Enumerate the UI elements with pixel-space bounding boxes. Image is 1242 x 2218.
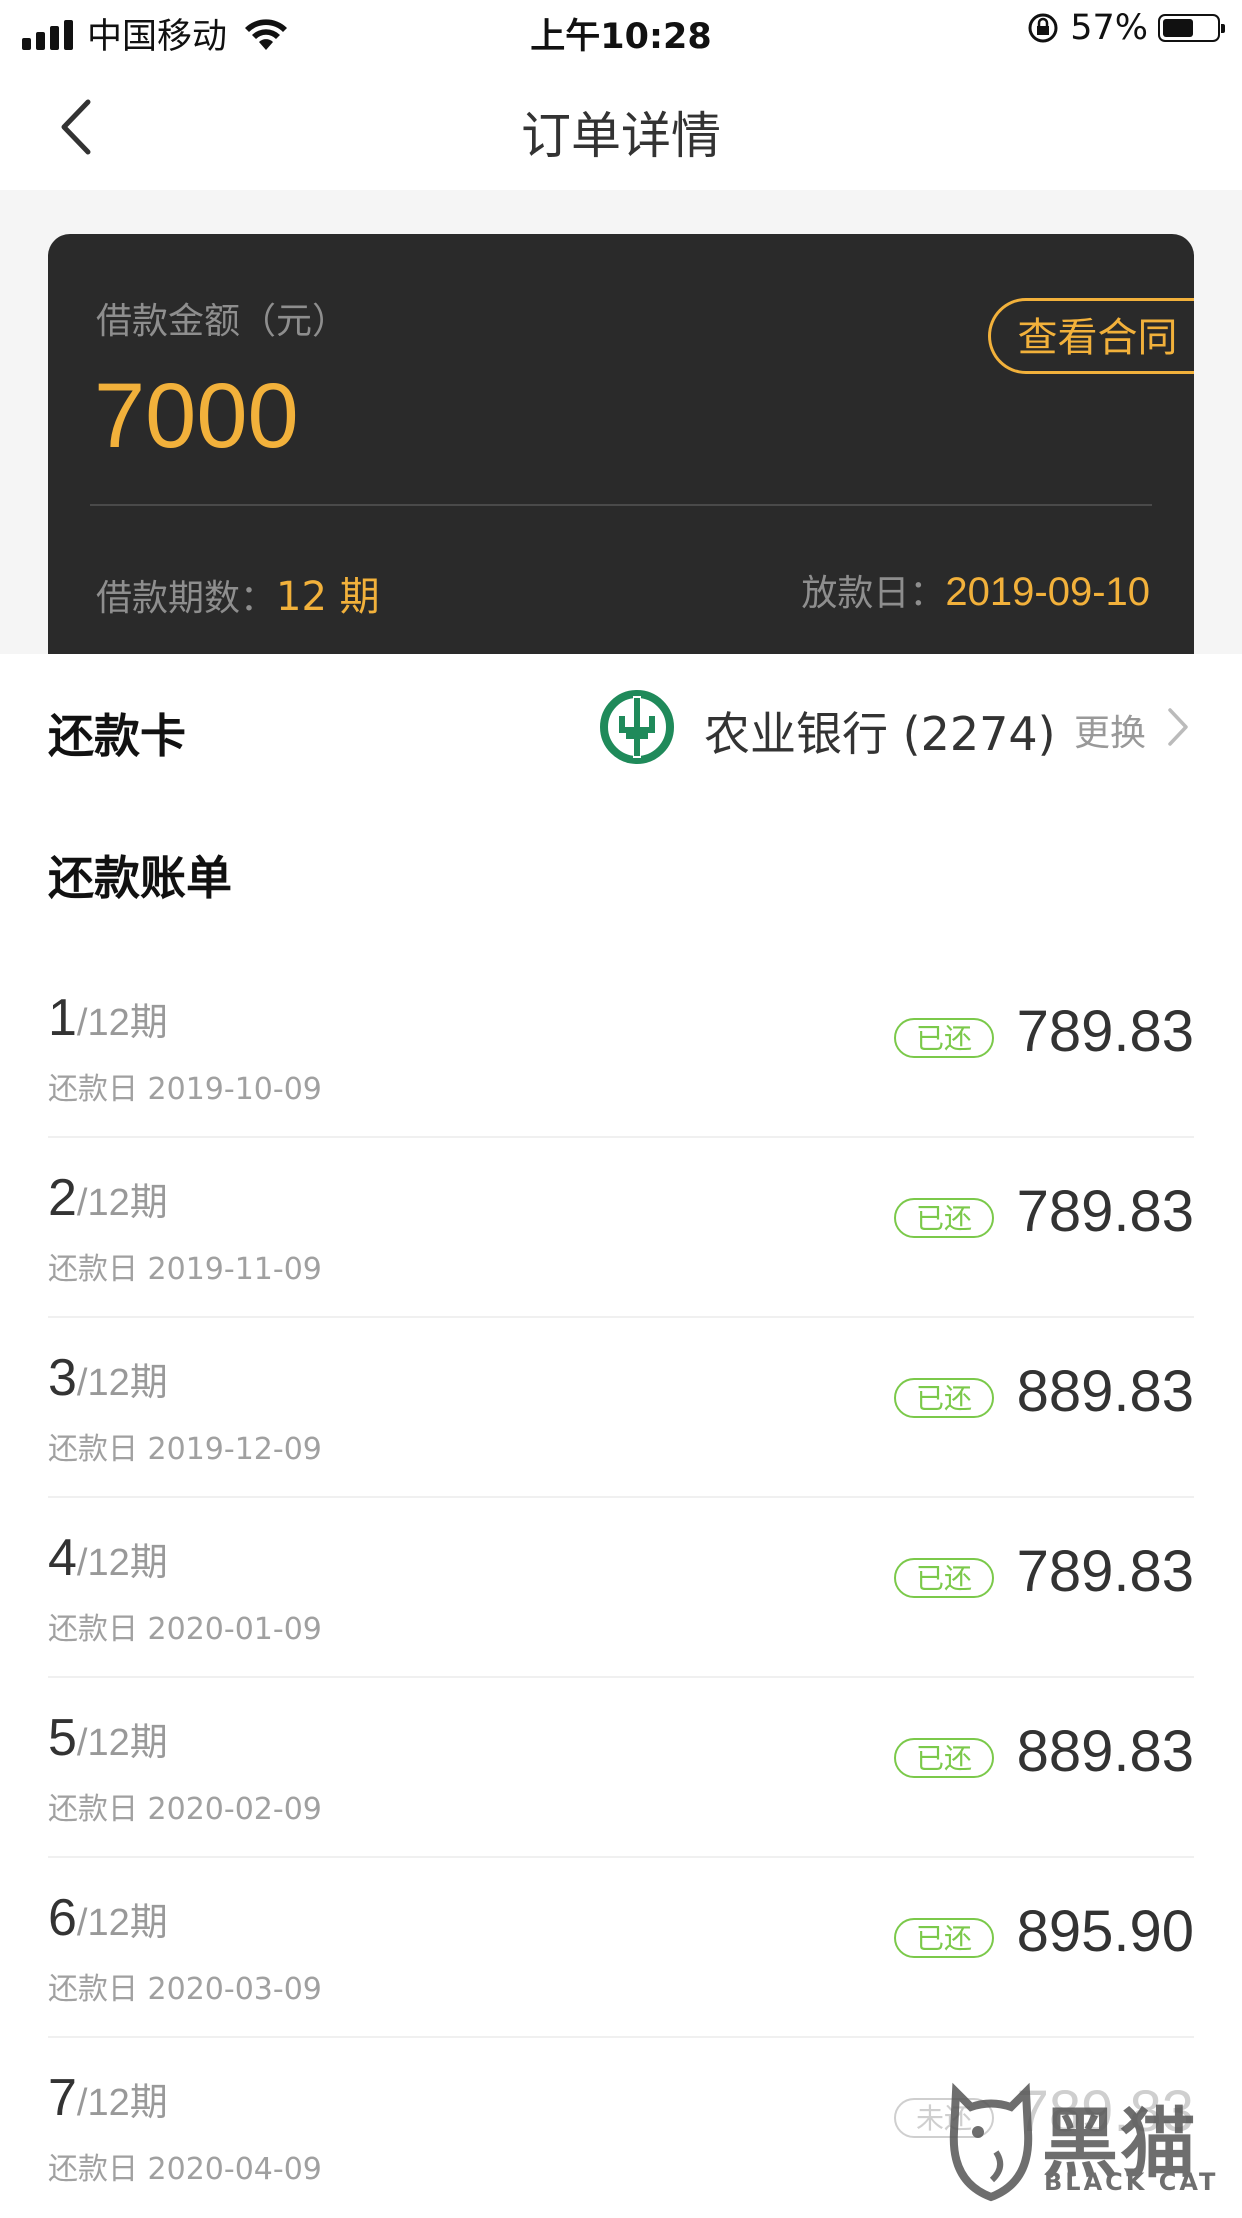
installment-amount: 789.83 bbox=[1016, 999, 1194, 1064]
installment-amount: 895.90 bbox=[1016, 1899, 1194, 1964]
page-title: 订单详情 bbox=[521, 107, 721, 165]
bill-row[interactable]: 6/12期还款日 2020-03-09 已还 895.90 bbox=[48, 1858, 1194, 2038]
installment-number: 6/12期 bbox=[48, 1888, 168, 1948]
card-divider bbox=[90, 504, 1152, 506]
change-card-button[interactable]: 更换 bbox=[1074, 704, 1146, 756]
installment-amount: 789.83 bbox=[1016, 1539, 1194, 1604]
bill-row[interactable]: 4/12期还款日 2020-01-09 已还 789.83 bbox=[48, 1498, 1194, 1678]
battery-icon bbox=[1158, 14, 1225, 42]
bill-row[interactable]: 5/12期还款日 2020-02-09 已还 889.83 bbox=[48, 1678, 1194, 1858]
due-date: 还款日 2020-04-09 bbox=[48, 2152, 322, 2187]
installment-amount: 789.83 bbox=[1016, 1179, 1194, 1244]
watermark: 黑猫 BLACK CAT bbox=[936, 2072, 1236, 2202]
disbursement-date-label: 放款日： bbox=[801, 573, 946, 614]
payment-status-badge: 已还 bbox=[894, 1198, 994, 1238]
installment-amount: 889.83 bbox=[1016, 1359, 1194, 1424]
bill-row[interactable]: 2/12期还款日 2019-11-09 已还 789.83 bbox=[48, 1138, 1194, 1318]
installment-amount: 889.83 bbox=[1016, 1719, 1194, 1784]
loan-term: 借款期数：12 期 bbox=[96, 564, 380, 622]
disbursement-date-value: 2019-09-10 bbox=[945, 570, 1150, 614]
watermark-subtext: BLACK CAT bbox=[1044, 2168, 1219, 2196]
installment-number: 5/12期 bbox=[48, 1708, 168, 1768]
rotation-lock-icon bbox=[1028, 13, 1058, 43]
installment-number: 1/12期 bbox=[48, 988, 168, 1048]
installment-index: 4 bbox=[48, 1529, 77, 1587]
due-date: 还款日 2020-02-09 bbox=[48, 1792, 322, 1827]
due-date: 还款日 2019-10-09 bbox=[48, 1072, 322, 1107]
battery-percent: 57% bbox=[1070, 8, 1148, 48]
payment-status-badge: 已还 bbox=[894, 1738, 994, 1778]
installment-total: /12期 bbox=[76, 2082, 168, 2124]
bill-row[interactable]: 3/12期还款日 2019-12-09 已还 889.83 bbox=[48, 1318, 1194, 1498]
installment-index: 1 bbox=[48, 989, 77, 1047]
loan-amount: 7000 bbox=[94, 365, 299, 467]
installment-total: /12期 bbox=[76, 1722, 168, 1764]
installment-index: 5 bbox=[48, 1709, 77, 1767]
loan-term-label: 借款期数： bbox=[96, 578, 277, 619]
battery-fill bbox=[1163, 19, 1193, 37]
installment-number: 3/12期 bbox=[48, 1348, 168, 1408]
due-date: 还款日 2019-11-09 bbox=[48, 1252, 322, 1287]
repayment-card-label: 还款卡 bbox=[48, 709, 186, 763]
abc-bank-icon bbox=[600, 690, 674, 764]
bill-row[interactable]: 1/12期还款日 2019-10-09 已还 789.83 bbox=[48, 958, 1194, 1138]
installment-index: 3 bbox=[48, 1349, 77, 1407]
payment-status-badge: 已还 bbox=[894, 1378, 994, 1418]
payment-status-badge: 已还 bbox=[894, 1918, 994, 1958]
installment-number: 4/12期 bbox=[48, 1528, 168, 1588]
due-date: 还款日 2020-01-09 bbox=[48, 1612, 322, 1647]
due-date: 还款日 2020-03-09 bbox=[48, 1972, 322, 2007]
repayment-card-row[interactable]: 还款卡 农业银行 (2274) 更换 bbox=[0, 654, 1242, 800]
installment-number: 2/12期 bbox=[48, 1168, 168, 1228]
bank-name: 农业银行 (2274) bbox=[704, 707, 1056, 761]
loan-amount-label: 借款金额（元） bbox=[96, 301, 349, 342]
black-cat-logo-icon bbox=[949, 2082, 1033, 2202]
installment-total: /12期 bbox=[76, 1902, 168, 1944]
installment-total: /12期 bbox=[76, 1362, 168, 1404]
installment-index: 7 bbox=[48, 2069, 77, 2127]
installment-number: 7/12期 bbox=[48, 2068, 168, 2128]
installment-index: 6 bbox=[48, 1889, 77, 1947]
installment-total: /12期 bbox=[76, 1542, 168, 1584]
status-bar: 中国移动 上午10:28 57% bbox=[0, 0, 1242, 62]
nav-bar: 订单详情 bbox=[0, 62, 1242, 190]
installment-total: /12期 bbox=[76, 1002, 168, 1044]
installment-index: 2 bbox=[48, 1169, 77, 1227]
loan-term-value: 12 期 bbox=[276, 574, 380, 620]
bills-section-title: 还款账单 bbox=[48, 851, 232, 905]
loan-summary-card: 借款金额（元） 7000 查看合同 借款期数：12 期 放款日：2019-09-… bbox=[48, 234, 1194, 654]
due-date: 还款日 2019-12-09 bbox=[48, 1432, 322, 1467]
payment-status-badge: 已还 bbox=[894, 1558, 994, 1598]
installment-total: /12期 bbox=[76, 1182, 168, 1224]
view-contract-button[interactable]: 查看合同 bbox=[988, 298, 1194, 374]
disbursement-date: 放款日：2019-09-10 bbox=[801, 564, 1150, 616]
payment-status-badge: 已还 bbox=[894, 1018, 994, 1058]
status-right: 57% bbox=[1026, 8, 1225, 48]
chevron-right-icon[interactable] bbox=[1164, 704, 1192, 750]
